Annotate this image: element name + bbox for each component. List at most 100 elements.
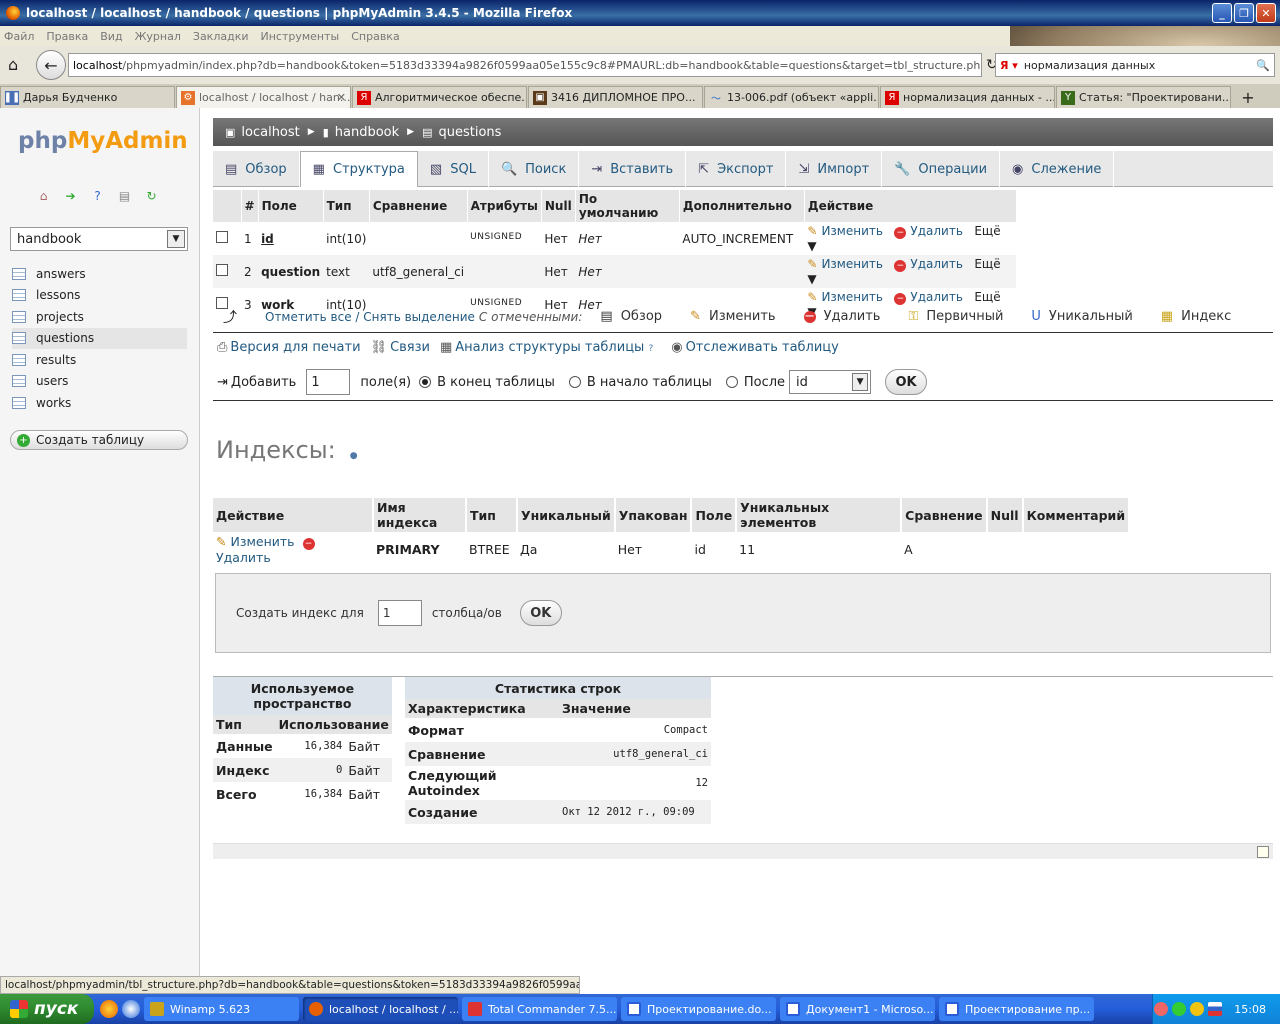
breadcrumb-database[interactable]: handbook xyxy=(335,125,399,140)
table-item-label[interactable]: results xyxy=(36,353,76,367)
add-field-count-input[interactable]: 1 xyxy=(306,369,351,395)
breadcrumb-server[interactable]: localhost xyxy=(241,125,299,140)
tab-7[interactable]: Y Статья: "Проектировани... xyxy=(1056,86,1231,108)
tab-operations[interactable]: 🔧 Операции xyxy=(882,151,1001,187)
table-item-label[interactable]: projects xyxy=(36,310,84,324)
create-table-button[interactable]: + Создать таблицу xyxy=(10,430,188,450)
more-menu[interactable]: Ещё xyxy=(974,224,1000,238)
table-item-questions[interactable]: questions xyxy=(12,327,187,349)
back-button[interactable]: ← xyxy=(36,50,66,80)
exit-icon[interactable]: ➔ xyxy=(63,188,78,203)
radio-after[interactable] xyxy=(725,376,738,388)
tray-network-icon[interactable] xyxy=(1172,1002,1187,1016)
console-icon[interactable] xyxy=(1257,846,1269,858)
table-item-label[interactable]: answers xyxy=(36,267,86,281)
field-name-primary[interactable]: id xyxy=(261,232,274,246)
tray-messenger-icon[interactable] xyxy=(1190,1002,1205,1016)
browse-selected-button[interactable]: ▤ Обзор xyxy=(600,309,662,324)
table-icon[interactable] xyxy=(12,310,26,323)
task-total-commander[interactable]: Total Commander 7.5... xyxy=(462,997,617,1021)
relations-link[interactable]: ⛓ Связи xyxy=(371,340,430,355)
pencil-icon[interactable]: ✎ xyxy=(807,257,817,271)
row-checkbox[interactable] xyxy=(216,231,228,243)
radio-at-begin[interactable] xyxy=(568,376,581,388)
unique-selected-button[interactable]: U Уникальный xyxy=(1031,309,1132,324)
delete-selected-button[interactable]: − Удалить xyxy=(803,309,880,324)
table-item-lessons[interactable]: lessons xyxy=(12,285,187,307)
yandex-icon[interactable]: Я ▾ xyxy=(1000,59,1018,72)
tab-6[interactable]: Янормализация данных - ... xyxy=(880,86,1055,108)
docs-icon[interactable]: ▤ xyxy=(117,188,132,203)
search-input[interactable]: нормализация данных xyxy=(1024,59,1155,72)
refresh-icon[interactable]: ↻ xyxy=(144,188,159,203)
table-icon[interactable] xyxy=(12,289,26,302)
tab-tracking[interactable]: ◉ Слежение xyxy=(1000,151,1115,187)
index-selected-button[interactable]: ▦ Индекс xyxy=(1161,309,1232,324)
table-item-users[interactable]: users xyxy=(12,371,187,393)
url-bar[interactable]: localhost/phpmyadmin/index.php?db=handbo… xyxy=(68,53,982,77)
delete-icon[interactable]: − xyxy=(894,260,907,272)
search-box[interactable]: Я ▾ нормализация данных 🔍 xyxy=(995,53,1275,77)
tab-sql[interactable]: ▧ SQL xyxy=(418,151,489,187)
primary-selected-button[interactable]: ⚿ Первичный xyxy=(908,309,1003,324)
chevron-down-icon[interactable]: ▼ xyxy=(807,239,816,253)
track-table-link[interactable]: ◉ Отслеживать таблицу xyxy=(671,340,839,355)
chevron-down-icon[interactable]: ▼ xyxy=(807,272,816,286)
start-button[interactable]: пуск xyxy=(0,994,94,1024)
close-button[interactable]: ✕ xyxy=(1256,3,1276,23)
more-menu[interactable]: Ещё xyxy=(974,257,1000,271)
table-item-projects[interactable]: projects xyxy=(12,306,187,328)
home-icon[interactable]: ⌂ xyxy=(36,188,51,203)
task-word-2[interactable]: Документ1 - Microso... xyxy=(780,997,935,1021)
home-icon[interactable]: ⌂ xyxy=(8,56,26,74)
firefox-icon[interactable] xyxy=(100,1000,118,1018)
analyze-structure-link[interactable]: ▦ Анализ структуры таблицы ? xyxy=(440,340,653,355)
maximize-button[interactable]: ❐ xyxy=(1234,3,1254,23)
change-selected-button[interactable]: ✎ Изменить xyxy=(690,309,776,324)
table-icon[interactable] xyxy=(12,375,26,388)
pencil-icon[interactable]: ✎ xyxy=(807,224,817,238)
help-icon[interactable]: ● xyxy=(350,451,358,461)
task-word-1[interactable]: Проектирование.do... xyxy=(621,997,776,1021)
menu-tools[interactable]: Инструменты xyxy=(261,30,340,43)
tab-4[interactable]: ▣ 3416 ДИПЛОМНОЕ ПРО... xyxy=(528,86,703,108)
delete-icon[interactable]: − xyxy=(302,538,315,550)
edit-link[interactable]: Изменить xyxy=(821,257,883,271)
tray-app-icon[interactable] xyxy=(1154,1002,1169,1016)
col-header-field[interactable]: Поле xyxy=(258,190,324,222)
task-word-3[interactable]: Проектирование пр... xyxy=(939,997,1094,1021)
radio-at-end[interactable] xyxy=(419,376,432,388)
new-tab-button[interactable]: + xyxy=(1236,86,1260,108)
check-all-link[interactable]: Отметить все / Снять выделение xyxy=(265,310,475,324)
table-icon[interactable] xyxy=(12,332,26,345)
language-flag-icon[interactable] xyxy=(1208,1002,1223,1016)
tab-import[interactable]: ⇲ Импорт xyxy=(786,151,883,187)
chevron-down-icon[interactable]: ▼ xyxy=(852,373,869,391)
phpmyadmin-logo[interactable]: phpMyAdmin xyxy=(18,128,188,154)
tab-3[interactable]: Я Алгоритмическое обеспе... xyxy=(352,86,527,108)
task-winamp[interactable]: Winamp 5.623 xyxy=(144,997,299,1021)
tab-1[interactable]: ❚❚ Дарья Будченко xyxy=(0,86,175,108)
table-icon[interactable] xyxy=(12,396,26,409)
database-select[interactable]: handbook ▼ xyxy=(10,227,188,251)
table-item-works[interactable]: works xyxy=(12,392,187,414)
delete-index-link[interactable]: Удалить xyxy=(216,550,271,565)
pencil-icon[interactable]: ✎ xyxy=(216,534,226,549)
menu-history[interactable]: Журнал xyxy=(135,30,181,43)
table-icon[interactable] xyxy=(12,267,26,280)
menu-edit[interactable]: Правка xyxy=(46,30,88,43)
tab-insert[interactable]: ⇥ Вставить xyxy=(579,151,687,187)
print-view-link[interactable]: ⎙ Версия для печати xyxy=(217,340,361,355)
table-item-label[interactable]: works xyxy=(36,396,71,410)
menu-file[interactable]: Файл xyxy=(4,30,34,43)
tab-browse[interactable]: ▤ Обзор xyxy=(213,151,300,187)
table-item-label[interactable]: lessons xyxy=(36,288,80,302)
tab-5[interactable]: 〜 13-006.pdf (объект «appli... xyxy=(704,86,879,108)
edit-link[interactable]: Изменить xyxy=(821,224,883,238)
table-item-results[interactable]: results xyxy=(12,349,187,371)
add-field-ok-button[interactable]: OK xyxy=(885,369,928,395)
delete-link[interactable]: Удалить xyxy=(910,224,963,238)
edit-index-link[interactable]: Изменить xyxy=(230,534,294,549)
chevron-down-icon[interactable]: ▼ xyxy=(167,230,185,248)
create-index-ok-button[interactable]: OK xyxy=(519,600,562,626)
